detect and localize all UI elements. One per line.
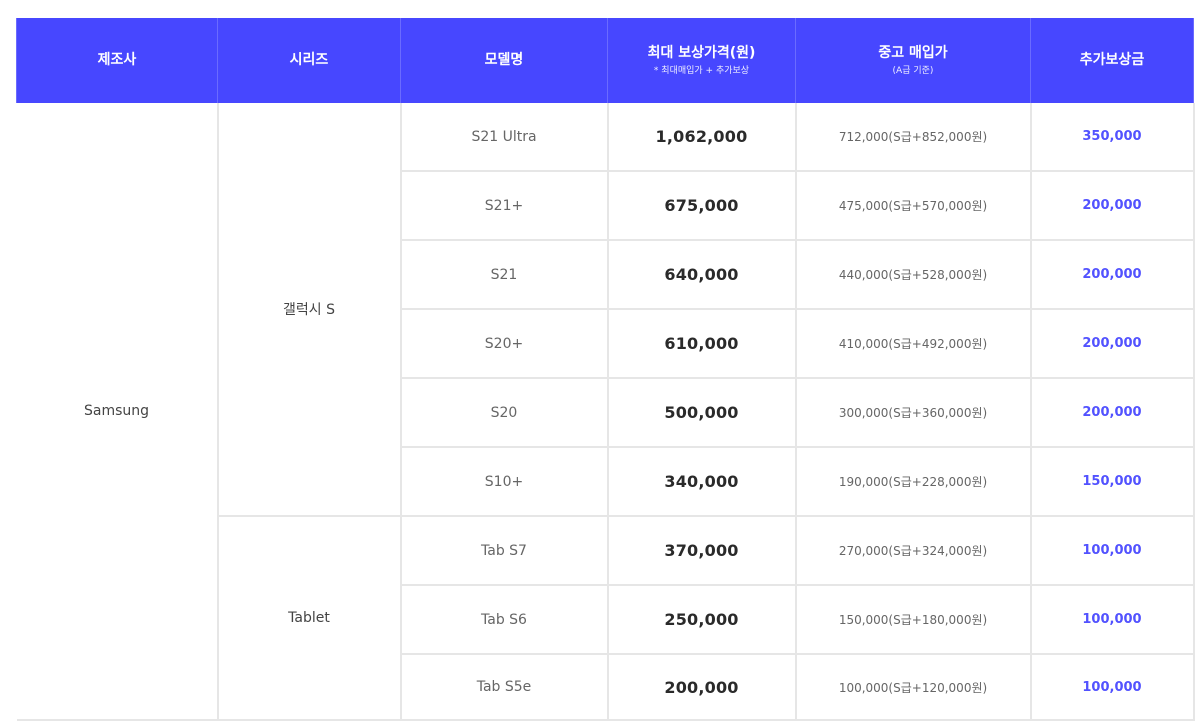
table-row: Samsung 갤럭시 S S21 Ultra 1,062,000 712,00… [16,103,1195,721]
header-max-compensation: 최대 보상가격(원) * 최대매입가 + 추가보상 [607,18,796,103]
model-cell: S21 Ultra [399,103,609,172]
used-price-cell: 440,000(S급+528,000원) [794,239,1032,310]
model-cell: Tab S7 [399,515,609,586]
extra-compensation-cell: 200,000 [1029,308,1195,379]
price-table-container: 제조사 시리즈 모델명 최대 보상가격(원) * 최대매입가 + 추가보상 중고… [16,18,1195,721]
header-row: 제조사 시리즈 모델명 최대 보상가격(원) * 최대매입가 + 추가보상 중고… [16,18,1194,103]
model-cell: Tab S6 [399,584,609,655]
used-price-cell: 190,000(S급+228,000원) [794,446,1032,517]
model-cell: S10+ [399,446,609,517]
series-cell: 갤럭시 S [216,103,402,517]
used-price-cell: 712,000(S급+852,000원) [794,103,1032,172]
used-price-cell: 300,000(S급+360,000원) [794,377,1032,448]
model-cell: Tab S5e [399,653,609,721]
header-used-price-label: 중고 매입가 [878,44,948,61]
table-header: 제조사 시리즈 모델명 최대 보상가격(원) * 최대매입가 + 추가보상 중고… [16,18,1194,103]
header-used-price-note: (A급 기준) [892,65,934,76]
extra-compensation-cell: 100,000 [1029,584,1195,655]
extra-compensation-cell: 350,000 [1029,103,1195,172]
extra-compensation-cell: 150,000 [1029,446,1195,517]
max-price-cell: 370,000 [606,515,797,586]
header-model-label: 모델명 [484,52,524,69]
extra-compensation-cell: 100,000 [1029,515,1195,586]
used-price-cell: 475,000(S급+570,000원) [794,170,1032,241]
table-body: Samsung 갤럭시 S S21 Ultra 1,062,000 712,00… [16,103,1195,721]
header-max-compensation-label: 최대 보상가격(원) [647,44,756,61]
used-price-cell: 410,000(S급+492,000원) [794,308,1032,379]
model-cell: S21 [399,239,609,310]
used-price-cell: 150,000(S급+180,000원) [794,584,1032,655]
trade-in-price-table: 제조사 시리즈 모델명 최대 보상가격(원) * 최대매입가 + 추가보상 중고… [16,18,1195,721]
header-used-price: 중고 매입가 (A급 기준) [795,18,1031,103]
used-price-cell: 270,000(S급+324,000원) [794,515,1032,586]
max-price-cell: 500,000 [606,377,797,448]
model-cell: S21+ [399,170,609,241]
max-price-cell: 200,000 [606,653,797,721]
model-cell: S20+ [399,308,609,379]
extra-compensation-cell: 200,000 [1029,170,1195,241]
brand-cell: Samsung [16,103,219,721]
extra-compensation-cell: 100,000 [1029,653,1195,721]
header-model: 모델명 [400,18,608,103]
max-price-cell: 1,062,000 [606,103,797,172]
max-price-cell: 610,000 [606,308,797,379]
max-price-cell: 640,000 [606,239,797,310]
series-cell: Tablet [216,515,402,721]
max-price-cell: 250,000 [606,584,797,655]
header-series: 시리즈 [217,18,401,103]
header-max-compensation-note: * 최대매입가 + 추가보상 [653,65,750,76]
header-manufacturer-label: 제조사 [97,52,137,69]
header-extra-compensation: 추가보상금 [1030,18,1194,103]
extra-compensation-cell: 200,000 [1029,239,1195,310]
model-cell: S20 [399,377,609,448]
header-manufacturer: 제조사 [16,18,218,103]
max-price-cell: 340,000 [606,446,797,517]
extra-compensation-cell: 200,000 [1029,377,1195,448]
header-extra-compensation-label: 추가보상금 [1079,52,1145,69]
max-price-cell: 675,000 [606,170,797,241]
header-series-label: 시리즈 [289,52,329,69]
used-price-cell: 100,000(S급+120,000원) [794,653,1032,721]
